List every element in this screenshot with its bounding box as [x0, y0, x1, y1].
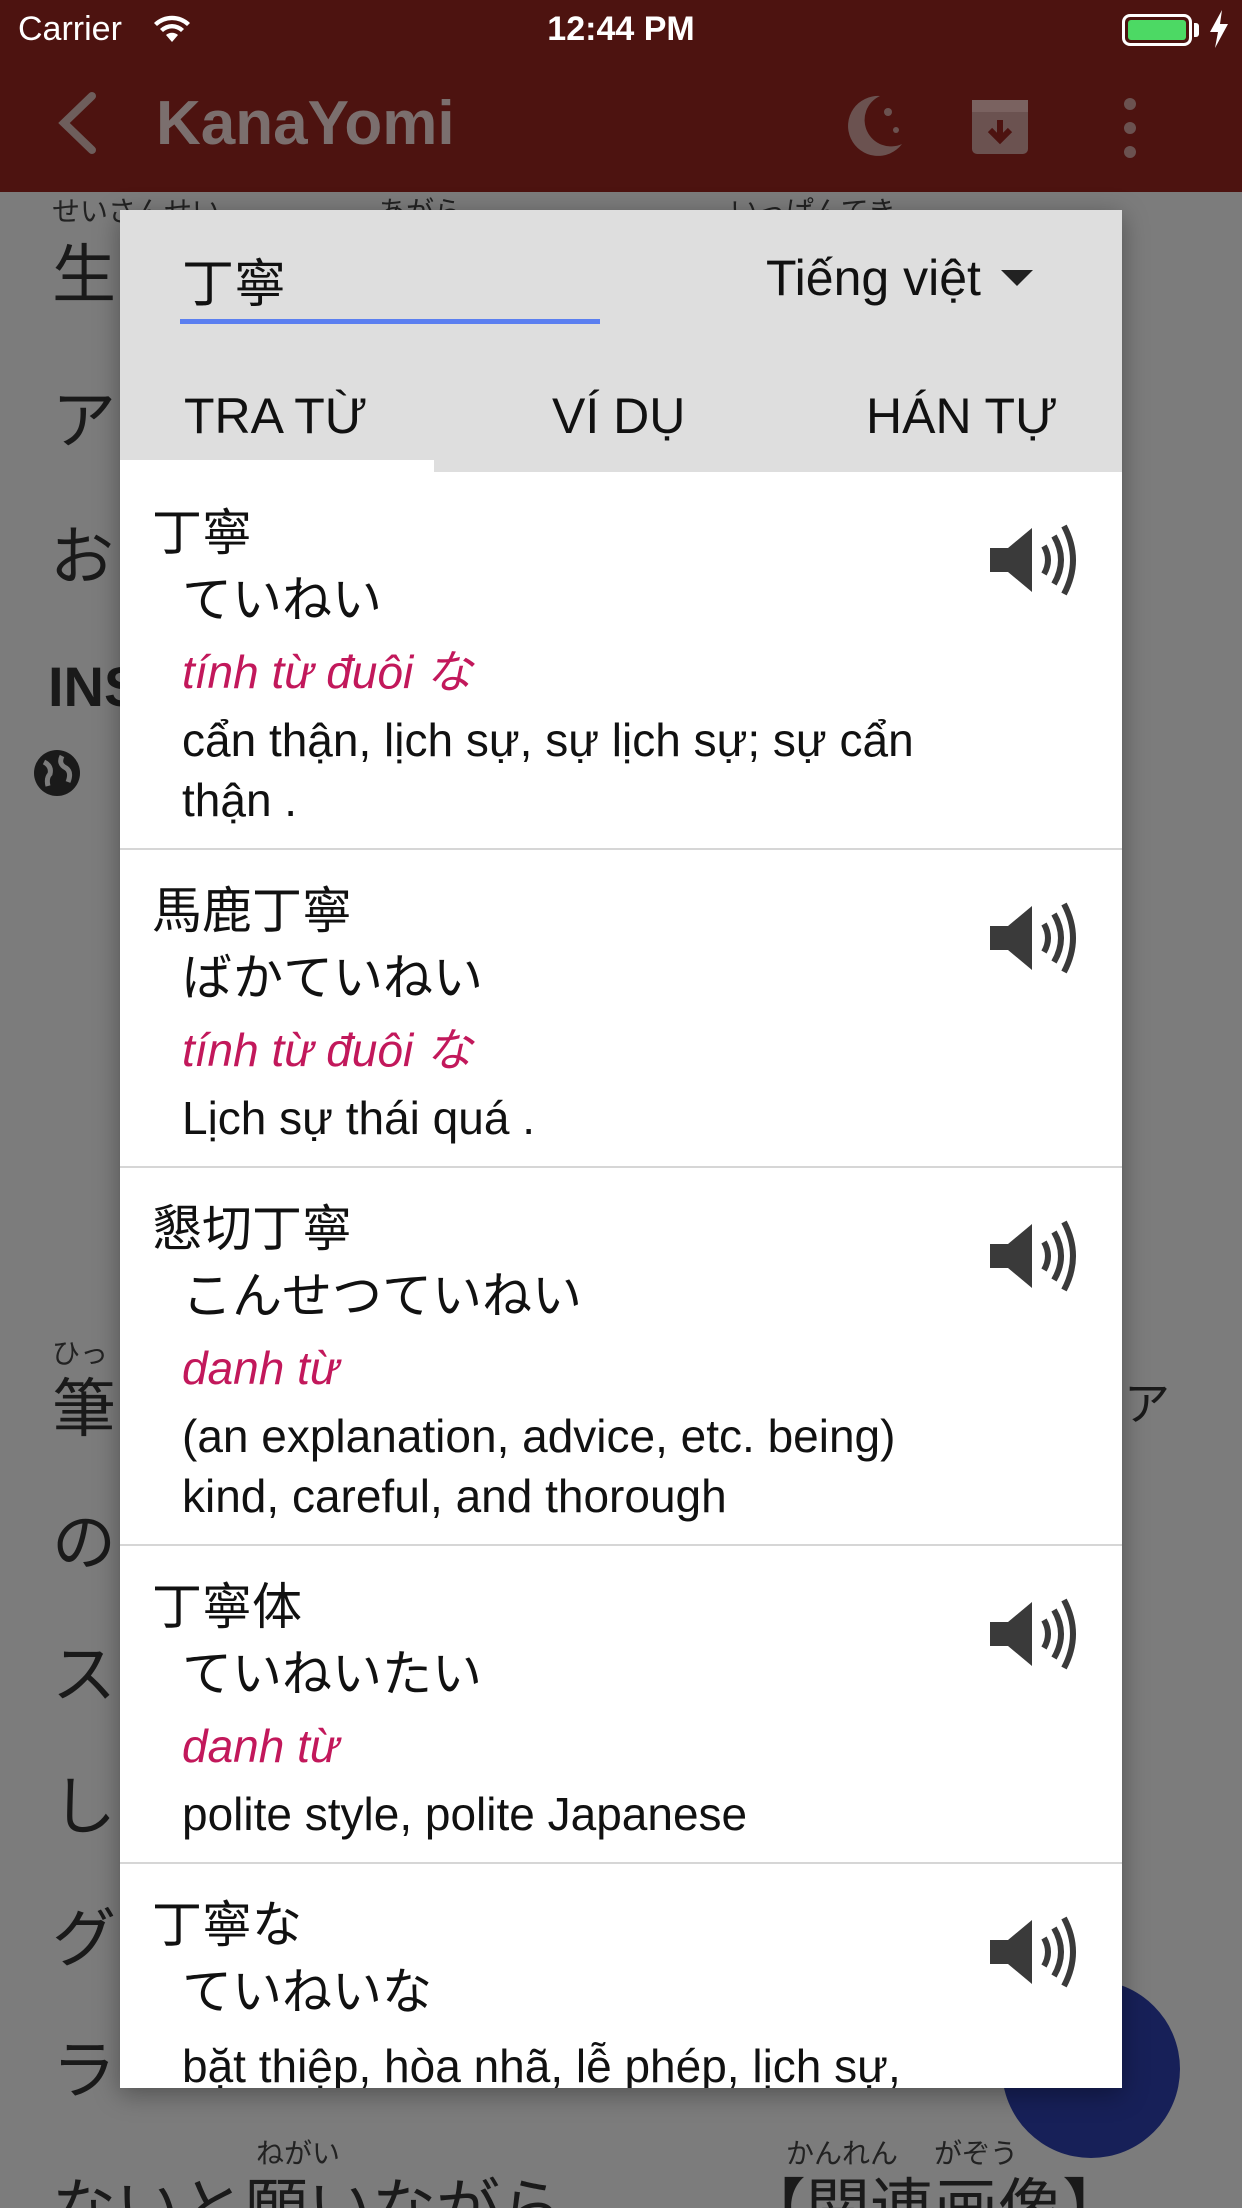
entry-reading: ていねいたい [182, 1645, 482, 1703]
language-select-value: Tiếng việt [766, 250, 981, 306]
article-line: し [52, 1771, 116, 1845]
article-line: ア [52, 385, 116, 459]
list-item[interactable]: 丁寧な ていねいな bặt thiệp, hòa nhã, lễ phép, l… [120, 1864, 1122, 2088]
globe-icon [34, 750, 80, 796]
speaker-icon[interactable] [986, 522, 1082, 598]
entry-meaning: Lịch sự thái quá . [182, 1092, 535, 1144]
entry-reading: こんせつていねい [182, 1267, 582, 1325]
active-tab-indicator [120, 460, 434, 472]
speaker-icon[interactable] [986, 1596, 1082, 1672]
charging-icon [1210, 10, 1228, 48]
article-line: ラ [52, 2035, 116, 2109]
app-bar: KanaYomi [0, 60, 1242, 237]
entry-meaning: cẩn thận, lịch sự, sự lịch sự; sự cẩn th… [182, 714, 914, 826]
tab-examples[interactable]: VÍ DỤ [552, 360, 685, 472]
article-line: ないと願いながら [52, 2158, 564, 2208]
status-time: 12:44 PM [547, 10, 695, 48]
app-title: KanaYomi [156, 89, 455, 158]
speaker-icon[interactable] [986, 1914, 1082, 1990]
article-line: お [50, 521, 114, 595]
dialog-header: Tiếng việt TRA TỪ VÍ DỤ HÁN TỰ [120, 210, 1122, 472]
article-line: ス [52, 1639, 116, 1713]
article-line: グ [52, 1903, 116, 1977]
entry-word: 馬鹿丁寧 [152, 882, 352, 940]
entry-reading: ていねい [182, 571, 382, 629]
caret-down-icon [1000, 270, 1033, 286]
battery-tip [1194, 23, 1199, 37]
entry-word: 丁寧な [152, 1896, 302, 1954]
article-line: 筆 [52, 1373, 116, 1447]
entry-word: 丁寧 [152, 504, 252, 562]
speaker-icon[interactable] [986, 1218, 1082, 1294]
article-line: 【関連画像】 [742, 2158, 1126, 2208]
status-bar: Carrier 12:44 PM [0, 0, 1242, 60]
results-list: 丁寧 ていねい tính từ đuôi な cẩn thận, lịch sự… [120, 472, 1122, 2088]
speaker-icon[interactable] [986, 900, 1082, 976]
tab-kanji[interactable]: HÁN TỰ [866, 360, 1058, 472]
battery-icon [1122, 14, 1192, 46]
tab-lookup[interactable]: TRA TỪ [184, 360, 367, 472]
article-line: 生 [52, 239, 116, 313]
moon-icon[interactable] [836, 90, 908, 162]
entry-word: 丁寧体 [152, 1578, 302, 1636]
entry-meaning: polite style, polite Japanese [182, 1788, 748, 1840]
tab-bar: TRA TỪ VÍ DỤ HÁN TỰ [120, 360, 1122, 472]
entry-part-of-speech: danh từ [182, 1342, 340, 1394]
more-icon[interactable] [1112, 96, 1148, 160]
entry-part-of-speech: danh từ [182, 1720, 340, 1772]
language-select[interactable]: Tiếng việt [766, 238, 1033, 318]
back-icon[interactable] [48, 88, 108, 158]
list-item[interactable]: 丁寧体 ていねいたい danh từ polite style, polite … [120, 1546, 1122, 1864]
entry-reading: ばかていねい [182, 949, 483, 1007]
entry-reading: ていねいな [182, 1963, 432, 2021]
entry-meaning: bặt thiệp, hòa nhã, lễ phép, lịch sự, nh… [182, 2040, 901, 2088]
search-input[interactable] [180, 240, 600, 324]
dictionary-dialog: Tiếng việt TRA TỪ VÍ DỤ HÁN TỰ 丁寧 ていねい t… [120, 210, 1122, 2088]
list-item[interactable]: 懇切丁寧 こんせつていねい danh từ (an explanation, a… [120, 1168, 1122, 1546]
entry-word: 懇切丁寧 [152, 1200, 352, 1258]
article-line: ア [1124, 1377, 1170, 1431]
archive-icon[interactable] [970, 98, 1030, 156]
entry-part-of-speech: tính từ đuôi な [182, 646, 472, 698]
list-item[interactable]: 丁寧 ていねい tính từ đuôi な cẩn thận, lịch sự… [120, 472, 1122, 850]
article-line: の [52, 1507, 116, 1581]
list-item[interactable]: 馬鹿丁寧 ばかていねい tính từ đuôi な Lịch sự thái … [120, 850, 1122, 1168]
entry-meaning: (an explanation, advice, etc. being) kin… [182, 1410, 896, 1522]
entry-part-of-speech: tính từ đuôi な [182, 1024, 472, 1076]
